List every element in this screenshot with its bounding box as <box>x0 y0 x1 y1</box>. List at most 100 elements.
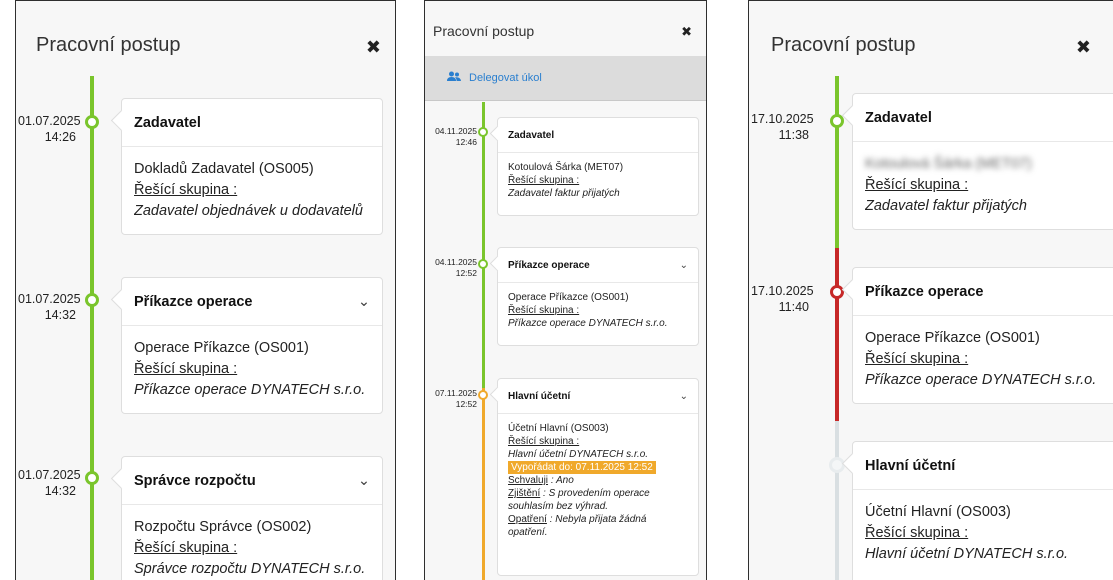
step-title: Příkazce operace <box>134 293 253 310</box>
step-card-body: Operace Příkazce (OS001) Řešící skupina … <box>122 326 382 401</box>
chevron-down-icon[interactable]: ⌄ <box>680 260 688 271</box>
step-card-header[interactable]: Hlavní účetní ⌄ <box>498 379 698 414</box>
step-time: 12:46 <box>455 137 477 147</box>
step-card-prikazce: Příkazce operace ⌄ Operace Příkazce (OS0… <box>121 277 383 414</box>
timeline-node <box>478 259 488 269</box>
step-card-zadavatel: Zadavatel Dokladů Zadavatel (OS005) Řeší… <box>121 98 383 235</box>
step-date: 01.07.2025 <box>18 468 81 482</box>
step-card-spravce: Správce rozpočtu ⌄ Rozpočtu Správce (OS0… <box>121 456 383 580</box>
step-title: Hlavní účetní <box>865 457 956 474</box>
timeline-node-rejected <box>830 285 844 299</box>
step-group-label: Řešící skupina : <box>865 177 969 193</box>
timeline-line-pending <box>835 421 839 580</box>
step-time: 12:52 <box>455 399 477 409</box>
close-icon[interactable]: ✖ <box>366 38 381 56</box>
timeline-node <box>85 471 99 485</box>
step-date: 17.10.2025 <box>751 284 814 298</box>
step-date: 07.11.2025 <box>435 388 477 398</box>
step-card-header[interactable]: Příkazce operace ⌄ <box>122 278 382 326</box>
step-timestamp: 01.07.2025 14:32 <box>18 291 81 323</box>
step-timestamp: 01.07.2025 14:32 <box>18 467 81 499</box>
timeline-node <box>85 115 99 129</box>
step-timestamp: 17.10.2025 11:40 <box>751 283 814 315</box>
panel-title: Pracovní postup <box>433 23 535 39</box>
step-date: 04.11.2025 <box>435 126 477 136</box>
timeline-node <box>85 293 99 307</box>
step-card-zadavatel: Zadavatel Kotoulová Šárka (MET07) Řešící… <box>852 93 1113 230</box>
step-group-label: Řešící skupina : <box>134 540 238 556</box>
step-title: Zadavatel <box>508 129 555 141</box>
step-group-label: Řešící skupina : <box>508 305 580 316</box>
step-card-body: Kotoulová Šárka (MET07) Řešící skupina :… <box>498 153 698 204</box>
step-person: Operace Příkazce (OS001) <box>134 340 309 356</box>
step-person: Kotoulová Šárka (MET07) <box>508 162 624 173</box>
step-title: Správce rozpočtu <box>134 472 256 489</box>
measure-row: Opatření : Nebyla přijata žádná opatření… <box>508 513 688 539</box>
step-title: Hlavní účetní <box>508 390 571 402</box>
step-time: 14:26 <box>44 130 76 144</box>
timeline-line-active <box>482 388 485 580</box>
step-card-body: Dokladů Zadavatel (OS005) Řešící skupina… <box>122 147 382 222</box>
step-card-header[interactable]: Příkazce operace ⌄ <box>498 248 698 283</box>
chevron-down-icon[interactable]: ⌄ <box>680 391 688 402</box>
step-card-hlavni-ucetni: Hlavní účetní ⌄ Účetní Hlavní (OS003) Ře… <box>497 378 699 576</box>
step-group: Hlavní účetní DYNATECH s.r.o. <box>865 546 1069 562</box>
step-time: 14:32 <box>44 308 76 322</box>
step-group-label: Řešící skupina : <box>508 175 580 186</box>
step-card-body: Operace Příkazce (OS001) Řešící skupina … <box>853 316 1113 391</box>
step-card-header[interactable]: Zadavatel <box>122 99 382 147</box>
step-timestamp: 01.07.2025 14:26 <box>18 113 81 145</box>
timeline-line-done <box>835 76 839 248</box>
step-card-hlavni-ucetni: Hlavní účetní Účetní Hlavní (OS003) Řeší… <box>852 441 1113 580</box>
step-title: Zadavatel <box>865 109 932 126</box>
step-person: Dokladů Zadavatel (OS005) <box>134 161 314 177</box>
step-group: Zadavatel objednávek u dodavatelů <box>134 203 363 219</box>
step-group: Hlavní účetní DYNATECH s.r.o. <box>508 449 649 460</box>
step-card-body: Účetní Hlavní (OS003) Řešící skupina : H… <box>853 490 1113 565</box>
approve-row: Schvaluji : Ano <box>508 474 688 487</box>
workflow-panel-1: Pracovní postup ✖ 01.07.2025 14:26 Zadav… <box>15 0 396 580</box>
step-person-redacted: Kotoulová Šárka (MET07) <box>865 156 1032 172</box>
panel-header: Pracovní postup ✖ <box>16 1 395 76</box>
panel-header: Pracovní postup ✖ <box>425 1 706 56</box>
timeline-line-done <box>482 102 485 388</box>
step-card-header[interactable]: Zadavatel <box>853 94 1113 142</box>
close-icon[interactable]: ✖ <box>1076 38 1091 56</box>
delegate-task-label: Delegovat úkol <box>469 72 542 84</box>
step-card-body: Účetní Hlavní (OS003) Řešící skupina : H… <box>498 414 698 543</box>
panel-title: Pracovní postup <box>36 34 181 56</box>
step-group-label: Řešící skupina : <box>508 436 580 447</box>
workflow-panel-3: Pracovní postup ✖ 17.10.2025 11:38 Zadav… <box>748 0 1113 580</box>
workflow-panel-2: Pracovní postup ✖ Delegovat úkol 04.11.2… <box>424 0 707 580</box>
step-card-prikazce: Příkazce operace ⌄ Operace Příkazce (OS0… <box>852 267 1113 404</box>
chevron-down-icon[interactable]: ⌄ <box>358 294 370 310</box>
panel-header: Pracovní postup ✖ <box>749 1 1113 76</box>
step-group-label: Řešící skupina : <box>865 525 969 541</box>
step-group-label: Řešící skupina : <box>134 182 238 198</box>
step-card-header[interactable]: Příkazce operace ⌄ <box>853 268 1113 316</box>
step-group: Příkazce operace DYNATECH s.r.o. <box>134 382 366 398</box>
step-timestamp: 17.10.2025 11:38 <box>751 111 814 143</box>
panel-title: Pracovní postup <box>771 34 916 56</box>
step-card-header[interactable]: Správce rozpočtu ⌄ <box>122 457 382 505</box>
step-date: 01.07.2025 <box>18 292 81 306</box>
step-person: Operace Příkazce (OS001) <box>508 292 629 303</box>
measure-label: Opatření <box>508 514 547 525</box>
delegate-task-button[interactable]: Delegovat úkol <box>425 56 706 101</box>
step-timestamp: 07.11.2025 12:52 <box>429 388 477 410</box>
close-icon[interactable]: ✖ <box>681 25 692 38</box>
step-group-label: Řešící skupina : <box>865 351 969 367</box>
step-card-body: Operace Příkazce (OS001) Řešící skupina … <box>498 283 698 334</box>
step-time: 11:40 <box>778 300 809 314</box>
deadline-badge: Vypořádat do: 07.11.2025 12:52 <box>508 461 656 474</box>
step-person: Účetní Hlavní (OS003) <box>865 504 1011 520</box>
users-icon <box>447 71 461 85</box>
step-timestamp: 04.11.2025 12:46 <box>429 126 477 148</box>
step-date: 01.07.2025 <box>18 114 81 128</box>
step-card-header[interactable]: Hlavní účetní <box>853 442 1113 490</box>
step-timestamp: 04.11.2025 12:52 <box>429 257 477 279</box>
chevron-down-icon[interactable]: ⌄ <box>358 473 370 489</box>
step-card-body: Rozpočtu Správce (OS002) Řešící skupina … <box>122 505 382 580</box>
step-card-header[interactable]: Zadavatel <box>498 118 698 153</box>
step-group: Zadavatel faktur přijatých <box>508 188 620 199</box>
